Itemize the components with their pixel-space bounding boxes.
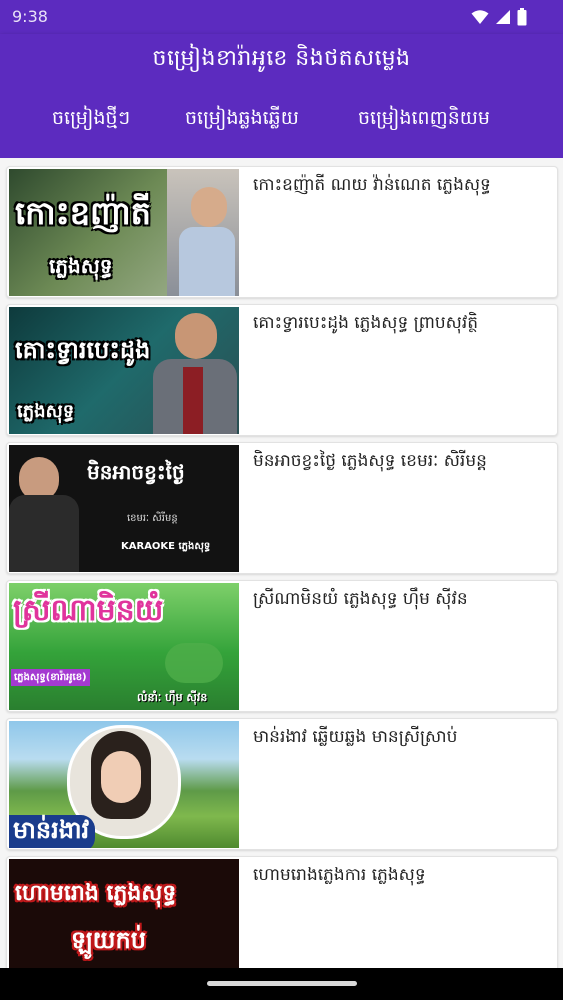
wifi-icon xyxy=(471,10,489,24)
status-time: 9:38 xyxy=(12,7,48,26)
song-card[interactable]: ស្រីណាមិនយំ ភ្លេងសុទ្ធ(ខារ៉ាអូខេ) លំនាំៈ… xyxy=(6,580,558,712)
navigation-bar xyxy=(0,968,563,1000)
tab-duet-songs[interactable]: ចម្រៀងឆ្លងឆ្លើយ xyxy=(185,106,299,134)
song-card[interactable]: គោះទ្វារបេះដូង ភ្លេងសុទ្ធ គោះទ្វារបេះដូង… xyxy=(6,304,558,436)
app-header: ចម្រៀងខារ៉ាអូខេ និងថតសម្លេង ចម្រៀងថ្មីៗ … xyxy=(0,34,563,158)
thumbnail-title: ហោមរោង ភ្លេងសុទ្ធ xyxy=(15,881,177,906)
song-title: កោះឧញ៉ាតី ណយ វ៉ាន់ណេត ភ្លេងសុទ្ធ xyxy=(253,175,491,195)
status-bar: 9:38 xyxy=(0,0,563,34)
song-title: គោះទ្វារបេះដូង ភ្លេងសុទ្ធ ព្រាបសុវត្ថិ xyxy=(253,313,479,333)
song-title: ហោមរោងភ្លេងការ ភ្លេងសុទ្ធ xyxy=(253,865,426,885)
song-thumbnail: ស្រីណាមិនយំ ភ្លេងសុទ្ធ(ខារ៉ាអូខេ) លំនាំៈ… xyxy=(9,583,239,710)
thumbnail-caption: លំនាំៈ ហ៊ឹម ស៊ីវន xyxy=(137,691,208,704)
tab-popular-songs[interactable]: ចម្រៀងពេញនិយម xyxy=(358,106,490,134)
song-card[interactable]: មាន់រងាវ មាន់រងាវ ឆ្លើយឆ្លង មានស្រីស្រាប… xyxy=(6,718,558,850)
thumbnail-title: ស្រីណាមិនយំ xyxy=(13,593,164,628)
tab-bar: ចម្រៀងថ្មីៗ ចម្រៀងឆ្លងឆ្លើយ ចម្រៀងពេញនិយ… xyxy=(0,106,563,146)
song-list[interactable]: កោះឧញ៉ាតី ភ្លេងសុទ្ធ កោះឧញ៉ាតី ណយ វ៉ាន់ណ… xyxy=(0,158,563,968)
thumbnail-title: កោះឧញ៉ាតី xyxy=(15,194,151,232)
song-title: មិនអាចខ្វះថ្ងៃ ភ្លេងសុទ្ធ ខេមរៈ សិរីមន្ត xyxy=(253,451,487,471)
thumbnail-title: គោះទ្វារបេះដូង xyxy=(15,336,151,364)
battery-icon xyxy=(517,8,527,26)
song-thumbnail: មាន់រងាវ xyxy=(9,721,239,848)
thumbnail-caption: KARAOKE ភ្លេងសុទ្ធ xyxy=(121,541,211,552)
thumbnail-subtitle: ភ្លេងសុទ្ធ xyxy=(17,401,75,422)
song-thumbnail: កោះឧញ៉ាតី ភ្លេងសុទ្ធ xyxy=(9,169,239,296)
app-title: ចម្រៀងខារ៉ាអូខេ និងថតសម្លេង xyxy=(152,46,411,71)
home-gesture-handle[interactable] xyxy=(207,981,357,986)
thumbnail-title: មិនអាចខ្វះថ្ងៃ xyxy=(87,460,185,484)
thumbnail-subtitle: ភ្លេងសុទ្ធ xyxy=(49,254,113,278)
song-card[interactable]: មិនអាចខ្វះថ្ងៃ ខេមរៈ សិរីមន្ត KARAOKE ភ្… xyxy=(6,442,558,574)
thumbnail-subtitle: ខេមរៈ សិរីមន្ត xyxy=(127,513,178,524)
signal-icon xyxy=(496,10,510,24)
song-thumbnail: គោះទ្វារបេះដូង ភ្លេងសុទ្ធ xyxy=(9,307,239,434)
thumbnail-subtitle: ឡូយកប់ xyxy=(71,926,146,954)
song-title: ស្រីណាមិនយំ ភ្លេងសុទ្ធ ហ៊ឹម ស៊ីវន xyxy=(253,589,468,609)
song-thumbnail: ហោមរោង ភ្លេងសុទ្ធ ឡូយកប់ xyxy=(9,859,239,968)
song-thumbnail: មិនអាចខ្វះថ្ងៃ ខេមរៈ សិរីមន្ត KARAOKE ភ្… xyxy=(9,445,239,572)
song-card[interactable]: កោះឧញ៉ាតី ភ្លេងសុទ្ធ កោះឧញ៉ាតី ណយ វ៉ាន់ណ… xyxy=(6,166,558,298)
thumbnail-title: មាន់រងាវ xyxy=(9,815,96,848)
song-card[interactable]: ហោមរោង ភ្លេងសុទ្ធ ឡូយកប់ ហោមរោងភ្លេងការ … xyxy=(6,856,558,968)
song-title: មាន់រងាវ ឆ្លើយឆ្លង មានស្រីស្រាប់ xyxy=(253,727,458,747)
thumbnail-subtitle: ភ្លេងសុទ្ធ(ខារ៉ាអូខេ) xyxy=(11,669,90,686)
status-icons xyxy=(471,8,527,26)
tab-new-songs[interactable]: ចម្រៀងថ្មីៗ xyxy=(52,106,130,134)
